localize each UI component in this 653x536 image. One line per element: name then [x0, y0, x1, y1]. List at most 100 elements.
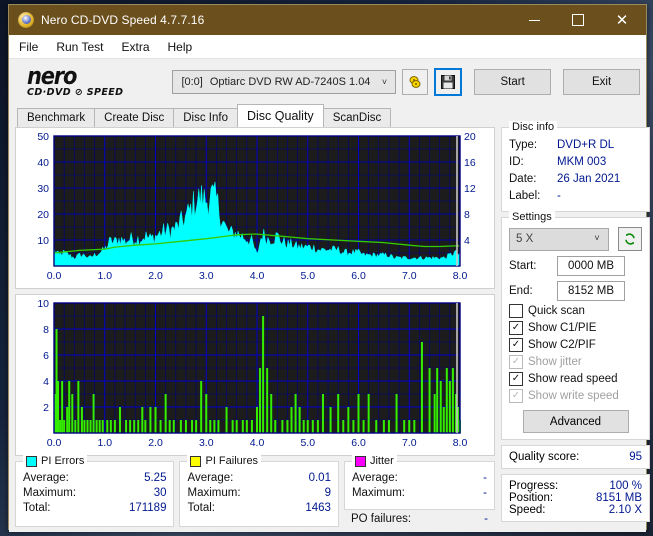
- pi-errors-total-row: Total: 171189: [23, 501, 166, 516]
- pi-errors-stats: PI Errors Average: 5.25 Maximum: 30 Tota…: [15, 455, 175, 527]
- svg-text:6.0: 6.0: [351, 270, 366, 282]
- window-title: Nero CD-DVD Speed 4.7.7.16: [41, 13, 205, 27]
- pi-errors-maximum-value: 30: [153, 487, 167, 499]
- pi-errors-total-value: 171189: [128, 502, 167, 514]
- pi-errors-average-row: Average: 5.25: [23, 471, 166, 486]
- svg-text:8.0: 8.0: [453, 437, 468, 449]
- svg-text:2.0: 2.0: [148, 437, 163, 449]
- settings-panel: Settings 5 X ˅ Start: 0000 MB End: 8152 …: [501, 211, 650, 440]
- minimize-icon[interactable]: [512, 5, 556, 35]
- pi-errors-maximum-row: Maximum: 30: [23, 486, 166, 501]
- disc-label-value: -: [557, 190, 561, 202]
- disc-date-value: 26 Jan 2021: [557, 173, 621, 185]
- svg-text:8: 8: [464, 209, 470, 221]
- tab-disc-quality[interactable]: Disc Quality: [237, 104, 324, 127]
- checkbox-show-c1-pie-box: ✓: [509, 321, 523, 335]
- disc-scan-icon: [409, 76, 421, 88]
- svg-text:0.0: 0.0: [47, 437, 62, 449]
- svg-text:7.0: 7.0: [402, 270, 417, 282]
- speed-select[interactable]: 5 X ˅: [509, 227, 609, 251]
- pi-failures-maximum-value: 9: [324, 487, 331, 499]
- speed-label: Speed:: [509, 504, 546, 516]
- checkbox-show-c1-pie[interactable]: ✓ Show C1/PIE: [509, 321, 642, 335]
- drive-select[interactable]: [0:0] Optiarc DVD RW AD-7240S 1.04 ˅: [172, 70, 396, 94]
- tab-content-disc-quality: 10 20 30 40 50 4 8 12 16 20 0.0 1.0 2.0 3.0 4.0 5.0 6.0 7…: [9, 121, 650, 532]
- pi-errors-maximum-key: Maximum:: [23, 487, 77, 499]
- tab-scandisc[interactable]: ScanDisc: [322, 108, 392, 127]
- disc-date-row: Date: 26 Jan 2021: [509, 171, 642, 188]
- refresh-button[interactable]: [618, 227, 642, 251]
- svg-text:8: 8: [43, 324, 49, 336]
- pi-failures-legend: PI Failures: [187, 455, 262, 467]
- menu-item-help[interactable]: Help: [168, 40, 193, 54]
- disc-id-row: ID: MKM 003: [509, 154, 642, 171]
- start-input[interactable]: 0000 MB: [557, 256, 625, 276]
- close-icon[interactable]: ✕: [600, 5, 644, 35]
- checkbox-show-read-speed-box: ✓: [509, 372, 523, 386]
- pi-failures-color-swatch: [190, 455, 202, 467]
- exit-button[interactable]: Exit: [563, 69, 641, 95]
- svg-text:5.0: 5.0: [300, 437, 315, 449]
- tab-disc-info[interactable]: Disc Info: [173, 108, 238, 127]
- checkbox-quick-scan[interactable]: Quick scan: [509, 304, 642, 318]
- svg-text:1.0: 1.0: [97, 270, 112, 282]
- statistics-row: PI Errors Average: 5.25 Maximum: 30 Tota…: [15, 455, 495, 527]
- tab-benchmark[interactable]: Benchmark: [17, 108, 96, 127]
- checkbox-show-read-speed[interactable]: ✓ Show read speed: [509, 372, 642, 386]
- end-input[interactable]: 8152 MB: [557, 281, 625, 301]
- svg-text:6: 6: [43, 350, 49, 362]
- progress-value: 100 %: [609, 480, 642, 492]
- nero-logo: nero CD·DVD ⊘ SPEED: [27, 64, 167, 98]
- checkbox-quick-scan-label: Quick scan: [528, 305, 585, 317]
- pi-failures-total-row: Total: 1463: [187, 501, 330, 516]
- pi-errors-legend: PI Errors: [23, 455, 88, 467]
- svg-text:1.0: 1.0: [97, 437, 112, 449]
- pi-errors-average-key: Average:: [23, 472, 69, 484]
- jitter-average-value: -: [483, 472, 487, 484]
- disc-label-key: Label:: [509, 190, 541, 202]
- side-panel: Disc info Type: DVD+R DL ID: MKM 003 Dat…: [501, 121, 650, 527]
- save-button[interactable]: [433, 68, 463, 96]
- svg-text:10: 10: [37, 235, 49, 247]
- checkbox-show-write-speed: ✓ Show write speed: [509, 389, 642, 403]
- disc-scan-icon-button[interactable]: [401, 69, 428, 95]
- start-button[interactable]: Start: [474, 69, 552, 95]
- nero-disc-icon: [18, 12, 34, 28]
- checkbox-show-read-speed-label: Show read speed: [528, 373, 618, 385]
- menu-item-extra[interactable]: Extra: [121, 40, 149, 54]
- checkbox-show-write-speed-box: ✓: [509, 389, 523, 403]
- menu-item-file[interactable]: File: [19, 40, 38, 54]
- pi-failures-stats: PI Failures Average: 0.01 Maximum: 9 Tot…: [179, 455, 339, 527]
- svg-text:12: 12: [464, 183, 476, 195]
- position-value: 8151 MB: [595, 492, 642, 504]
- pi-errors-average-value: 5.25: [144, 472, 167, 484]
- pi-failures-total-key: Total:: [187, 502, 215, 514]
- svg-text:8.0: 8.0: [453, 270, 468, 282]
- jitter-color-swatch: [354, 455, 366, 467]
- disc-type-row: Type: DVD+R DL: [509, 137, 642, 154]
- svg-text:0.0: 0.0: [47, 270, 62, 282]
- end-field-row: End: 8152 MB: [509, 281, 642, 301]
- quality-score-row: Quality score: 95: [509, 451, 642, 463]
- advanced-button[interactable]: Advanced: [522, 410, 629, 433]
- checkbox-show-jitter: ✓ Show jitter: [509, 355, 642, 369]
- tab-create-disc[interactable]: Create Disc: [94, 108, 175, 127]
- svg-text:4.0: 4.0: [250, 270, 265, 282]
- pi-failures-chart-svg: 2 4 6 8 10 0.0 1.0 2.0 3.0 4.0 5.0 6.0 7.0 8.0: [37, 298, 468, 449]
- checkbox-show-jitter-label: Show jitter: [528, 356, 582, 368]
- pi-errors-color-swatch: [26, 455, 37, 467]
- drive-index: [0:0]: [181, 76, 203, 88]
- svg-text:4: 4: [464, 235, 470, 247]
- disc-id-key: ID:: [509, 156, 524, 168]
- svg-text:4: 4: [43, 376, 49, 388]
- jitter-maximum-value: -: [483, 487, 487, 499]
- svg-text:20: 20: [464, 131, 476, 143]
- checkbox-show-c2-pif[interactable]: ✓ Show C2/PIF: [509, 338, 642, 352]
- menu-item-run-test[interactable]: Run Test: [56, 40, 103, 54]
- position-label: Position:: [509, 492, 554, 504]
- disc-type-key: Type:: [509, 139, 538, 151]
- maximize-icon[interactable]: [556, 5, 600, 35]
- quality-score-value: 95: [629, 451, 642, 463]
- jitter-stats-wrapper: Jitter Average: - Maximum: - PO failures…: [343, 455, 495, 527]
- disc-id-value: MKM 003: [557, 156, 607, 168]
